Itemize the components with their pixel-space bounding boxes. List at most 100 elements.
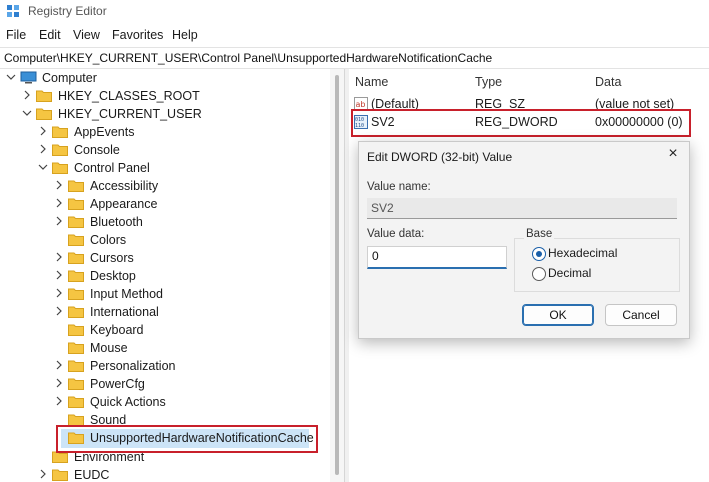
tree-item-desktop[interactable]: Desktop bbox=[0, 267, 330, 285]
chevron-right-icon[interactable] bbox=[38, 125, 48, 137]
scrollbar-thumb[interactable] bbox=[335, 75, 339, 475]
column-header-data[interactable]: Data bbox=[595, 75, 621, 89]
registry-editor-icon bbox=[7, 5, 19, 17]
tree-label: Console bbox=[74, 143, 120, 157]
tree-label: Quick Actions bbox=[90, 395, 166, 409]
chevron-down-icon[interactable] bbox=[38, 161, 48, 173]
chevron-right-icon[interactable] bbox=[54, 287, 64, 299]
chevron-down-icon[interactable] bbox=[6, 71, 16, 83]
column-header-name[interactable]: Name bbox=[355, 75, 388, 89]
value-name-text: SV2 bbox=[371, 201, 394, 215]
key-tree: Computer HKEY_CLASSES_ROOT HKEY_CURRENT_… bbox=[0, 69, 330, 482]
folder-open-icon bbox=[52, 162, 68, 174]
menu-favorites[interactable]: Favorites bbox=[112, 28, 163, 42]
folder-icon bbox=[68, 324, 84, 336]
folder-icon bbox=[52, 126, 68, 138]
chevron-right-icon[interactable] bbox=[38, 468, 48, 480]
menu-view[interactable]: View bbox=[73, 28, 100, 42]
tree-label: PowerCfg bbox=[90, 377, 145, 391]
edit-dword-dialog: Edit DWORD (32-bit) Value × Value name: … bbox=[358, 141, 690, 339]
tree-selection-annotation bbox=[56, 425, 318, 453]
folder-icon bbox=[52, 469, 68, 481]
tree-item-colors[interactable]: Colors bbox=[0, 231, 330, 249]
chevron-right-icon[interactable] bbox=[54, 197, 64, 209]
tree-item-keyboard[interactable]: Keyboard bbox=[0, 321, 330, 339]
address-bar[interactable]: Computer\HKEY_CURRENT_USER\Control Panel… bbox=[0, 47, 709, 69]
dialog-title: Edit DWORD (32-bit) Value bbox=[367, 150, 513, 164]
tree-item-mouse[interactable]: Mouse bbox=[0, 339, 330, 357]
folder-icon bbox=[68, 288, 84, 300]
folder-icon bbox=[68, 360, 84, 372]
tree-item-console[interactable]: Console bbox=[0, 141, 330, 159]
tree-label: HKEY_CLASSES_ROOT bbox=[58, 89, 200, 103]
folder-icon bbox=[68, 270, 84, 282]
chevron-right-icon[interactable] bbox=[54, 269, 64, 281]
address-path: Computer\HKEY_CURRENT_USER\Control Panel… bbox=[4, 51, 493, 65]
tree-item-hkcr[interactable]: HKEY_CLASSES_ROOT bbox=[0, 87, 330, 105]
ok-button[interactable]: OK bbox=[522, 304, 594, 326]
value-name-label: Value name: bbox=[367, 181, 431, 193]
tree-label: Input Method bbox=[90, 287, 163, 301]
chevron-right-icon[interactable] bbox=[54, 359, 64, 371]
menu-bar: File Edit View Favorites Help bbox=[0, 26, 709, 46]
hexadecimal-label[interactable]: Hexadecimal bbox=[548, 246, 617, 260]
menu-file[interactable]: File bbox=[6, 28, 26, 42]
folder-icon bbox=[68, 180, 84, 192]
folder-icon bbox=[68, 234, 84, 246]
title-bar: Registry Editor bbox=[0, 0, 709, 24]
tree-label: Keyboard bbox=[90, 323, 144, 337]
chevron-right-icon[interactable] bbox=[22, 89, 32, 101]
folder-icon bbox=[52, 144, 68, 156]
menu-help[interactable]: Help bbox=[172, 28, 198, 42]
tree-item-computer[interactable]: Computer bbox=[0, 69, 330, 87]
tree-label: Personalization bbox=[90, 359, 176, 373]
chevron-right-icon[interactable] bbox=[54, 179, 64, 191]
tree-item-eudc[interactable]: EUDC bbox=[0, 466, 330, 482]
hexadecimal-radio[interactable] bbox=[532, 247, 546, 261]
folder-icon bbox=[68, 216, 84, 228]
decimal-radio[interactable] bbox=[532, 267, 546, 281]
value-data-input[interactable]: 0 bbox=[367, 246, 507, 269]
tree-item-accessibility[interactable]: Accessibility bbox=[0, 177, 330, 195]
tree-item-quick-actions[interactable]: Quick Actions bbox=[0, 393, 330, 411]
tree-item-powercfg[interactable]: PowerCfg bbox=[0, 375, 330, 393]
column-header-type[interactable]: Type bbox=[475, 75, 502, 89]
folder-icon bbox=[36, 90, 52, 102]
tree-item-control-panel[interactable]: Control Panel bbox=[0, 159, 330, 177]
value-data-text: 0 bbox=[372, 249, 379, 263]
tree-item-input-method[interactable]: Input Method bbox=[0, 285, 330, 303]
folder-icon bbox=[68, 252, 84, 264]
tree-label: International bbox=[90, 305, 159, 319]
tree-label: Desktop bbox=[90, 269, 136, 283]
window-title: Registry Editor bbox=[28, 4, 107, 18]
tree-item-international[interactable]: International bbox=[0, 303, 330, 321]
menu-edit[interactable]: Edit bbox=[39, 28, 61, 42]
tree-scrollbar[interactable] bbox=[330, 69, 344, 482]
svg-text:ab: ab bbox=[356, 100, 366, 109]
tree-item-appearance[interactable]: Appearance bbox=[0, 195, 330, 213]
tree-item-appevents[interactable]: AppEvents bbox=[0, 123, 330, 141]
tree-label: AppEvents bbox=[74, 125, 135, 139]
tree-label: Appearance bbox=[90, 197, 158, 211]
tree-item-cursors[interactable]: Cursors bbox=[0, 249, 330, 267]
chevron-right-icon[interactable] bbox=[38, 143, 48, 155]
decimal-label[interactable]: Decimal bbox=[548, 266, 591, 280]
value-name-field: SV2 bbox=[367, 198, 677, 219]
cancel-button[interactable]: Cancel bbox=[605, 304, 677, 326]
tree-item-hkcu[interactable]: HKEY_CURRENT_USER bbox=[0, 105, 330, 123]
computer-icon bbox=[20, 71, 37, 84]
tree-item-personalization[interactable]: Personalization bbox=[0, 357, 330, 375]
folder-icon bbox=[68, 306, 84, 318]
folder-icon bbox=[68, 342, 84, 354]
chevron-right-icon[interactable] bbox=[54, 377, 64, 389]
chevron-down-icon[interactable] bbox=[22, 107, 32, 119]
chevron-right-icon[interactable] bbox=[54, 215, 64, 227]
close-icon[interactable]: × bbox=[665, 146, 681, 162]
chevron-right-icon[interactable] bbox=[54, 395, 64, 407]
folder-icon bbox=[68, 198, 84, 210]
tree-item-bluetooth[interactable]: Bluetooth bbox=[0, 213, 330, 231]
tree-label: Cursors bbox=[90, 251, 134, 265]
chevron-right-icon[interactable] bbox=[54, 251, 64, 263]
tree-label: Control Panel bbox=[74, 161, 150, 175]
chevron-right-icon[interactable] bbox=[54, 305, 64, 317]
